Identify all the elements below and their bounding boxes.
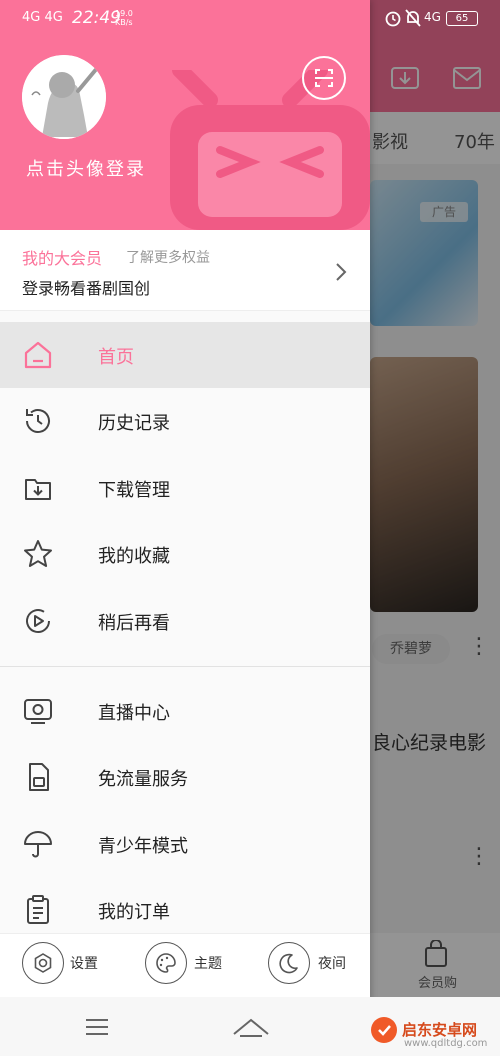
moon-icon — [279, 953, 298, 974]
settings-icon — [34, 953, 52, 973]
mute-bell-icon — [405, 9, 421, 27]
signal-indicator: 4G 4G — [22, 10, 63, 25]
settings-button[interactable] — [22, 942, 64, 984]
menu-item-downloads[interactable]: 下载管理 — [0, 455, 370, 521]
menu-label-downloads: 下载管理 — [98, 480, 170, 501]
menu-label-orders: 我的订单 — [98, 902, 170, 923]
menu-label-live: 直播中心 — [98, 703, 170, 724]
menu-item-history[interactable]: 历史记录 — [0, 388, 370, 454]
live-tv-icon — [24, 699, 52, 724]
download-folder-icon — [25, 479, 51, 500]
history-icon — [26, 409, 50, 433]
network-speed: 19.0 KB/s — [115, 9, 133, 27]
speed-value: 19.0 — [115, 9, 133, 18]
vip-more-benefits: 了解更多权益 — [126, 250, 210, 266]
watermark-logo-icon — [371, 1017, 397, 1043]
menu-label-home: 首页 — [98, 347, 134, 368]
menu-item-watch-later[interactable]: 稍后再看 — [0, 588, 370, 654]
navigation-drawer: 点击头像登录 我的大会员 了解更多权益 登录畅看番剧国创 首页 历史记录 下载管… — [0, 0, 370, 1056]
vip-subtitle: 登录畅看番剧国创 — [22, 279, 151, 298]
chevron-right-icon — [336, 263, 347, 281]
watch-later-icon — [26, 609, 50, 633]
umbrella-icon — [24, 831, 52, 858]
battery-icon: 65 — [446, 11, 478, 26]
vip-title: 我的大会员 — [22, 249, 103, 268]
scan-qr-button[interactable] — [302, 56, 346, 100]
watermark-url: www.qdltdg.com — [404, 1038, 488, 1049]
menu-item-home[interactable]: 首页 — [0, 322, 370, 388]
night-mode-button[interactable] — [268, 942, 310, 984]
recent-apps-icon[interactable] — [86, 1019, 108, 1035]
avatar[interactable] — [22, 55, 106, 139]
watermark-text: 启东安卓网 — [402, 1021, 478, 1039]
status-bar: 4G 4G 22:49 19.0 KB/s 4G 65 — [0, 0, 500, 36]
menu-label-teen-mode: 青少年模式 — [98, 836, 188, 857]
menu-label-favorites: 我的收藏 — [98, 546, 170, 567]
theme-button[interactable] — [145, 942, 187, 984]
menu-label-watch-later: 稍后再看 — [98, 613, 170, 634]
settings-label[interactable]: 设置 — [70, 953, 98, 973]
speed-unit: KB/s — [115, 18, 133, 27]
menu-item-free-data[interactable]: 免流量服务 — [0, 744, 370, 810]
alarm-icon — [385, 11, 401, 27]
sim-card-icon — [29, 763, 49, 791]
menu-item-live[interactable]: 直播中心 — [0, 678, 370, 744]
order-clipboard-icon — [27, 895, 49, 924]
menu-divider — [0, 666, 370, 667]
network-right: 4G — [424, 10, 441, 24]
night-mode-label[interactable]: 夜间 — [318, 953, 346, 973]
theme-label[interactable]: 主题 — [194, 953, 222, 973]
scan-icon — [315, 69, 333, 87]
clock: 22:49 — [72, 8, 121, 28]
default-avatar-illustration-icon — [22, 55, 106, 139]
star-icon — [24, 540, 52, 567]
login-prompt[interactable]: 点击头像登录 — [26, 155, 146, 181]
menu-item-favorites[interactable]: 我的收藏 — [0, 521, 370, 587]
palette-icon — [156, 953, 176, 973]
home-nav-icon[interactable] — [232, 1014, 270, 1038]
menu-label-free-data: 免流量服务 — [98, 769, 188, 790]
home-icon — [24, 341, 52, 369]
menu-item-teen-mode[interactable]: 青少年模式 — [0, 811, 370, 877]
menu-label-history: 历史记录 — [98, 413, 170, 434]
